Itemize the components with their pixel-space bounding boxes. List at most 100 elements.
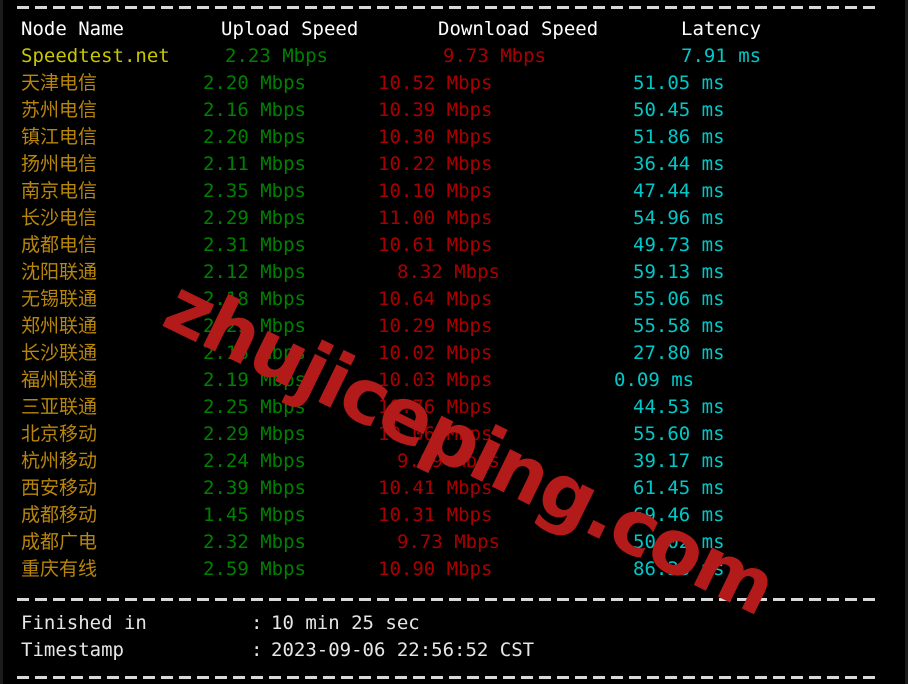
terminal-window: Node Name Upload Speed Download Speed La… [0,0,908,684]
node-name: Speedtest.net [21,45,170,67]
download-speed-value: 10.29 Mbps [378,315,493,337]
upload-speed-value: 2.59 Mbps [203,558,306,580]
download-speed-value: 9.73 Mbps [443,45,546,67]
download-speed-value: 11.00 Mbps [378,207,493,229]
upload-speed-value: 2.16 Mbps [203,99,306,121]
upload-speed-value: 2.18 Mbps [203,288,306,310]
latency-value: 55.60 ms [633,423,725,445]
download-speed-value: 10.03 Mbps [378,369,493,391]
column-header-node-name: Node Name [21,18,124,40]
table-row: 成都移动 1.45 Mbps 10.31 Mbps 69.46 ms [3,502,905,529]
node-name: 沈阳联通 [21,261,98,283]
upload-speed-value: 2.23 Mbps [225,45,328,67]
upload-speed-value: 2.29 Mbps [203,423,306,445]
divider-top [17,6,879,9]
upload-speed-value: 2.20 Mbps [203,72,306,94]
latency-value: 55.06 ms [633,288,725,310]
download-speed-value: 10.61 Mbps [378,234,493,256]
table-row: 福州联通 2.19 Mbps 10.03 Mbps 0.09 ms [3,367,905,394]
node-name: 南京电信 [21,180,98,202]
download-speed-value: 10.64 Mbps [378,288,493,310]
finished-in-row: Finished in : 10 min 25 sec [3,610,905,637]
upload-speed-value: 2.35 Mbps [203,180,306,202]
upload-speed-value: 2.29 Mbps [203,207,306,229]
table-row: 重庆有线 2.59 Mbps 10.90 Mbps 86.33 ms [3,556,905,583]
table-row: 沈阳联通 2.12 Mbps 8.32 Mbps 59.13 ms [3,259,905,286]
table-row: 杭州移动 2.24 Mbps 9.99 Mbps 39.17 ms [3,448,905,475]
node-name: 郑州联通 [21,315,98,337]
upload-speed-value: 2.16 Mbps [203,342,306,364]
node-name: 成都电信 [21,234,98,256]
node-name: 三亚联通 [21,396,98,418]
upload-speed-value: 2.32 Mbps [203,531,306,553]
node-name: 苏州电信 [21,99,98,121]
latency-value: 59.13 ms [633,261,725,283]
latency-value: 47.44 ms [633,180,725,202]
latency-value: 69.46 ms [633,504,725,526]
latency-value: 51.05 ms [633,72,725,94]
upload-speed-value: 2.12 Mbps [203,261,306,283]
upload-speed-value: 2.29 Mbps [203,315,306,337]
download-speed-value: 10.31 Mbps [378,504,493,526]
table-row: 成都电信 2.31 Mbps 10.61 Mbps 49.73 ms [3,232,905,259]
latency-value: 27.80 ms [633,342,725,364]
node-name: 扬州电信 [21,153,98,175]
timestamp-colon: : [251,639,263,661]
table-body: 天津电信 2.20 Mbps 10.52 Mbps 51.05 ms 苏州电信 2.16 … [3,70,905,583]
table-row: 镇江电信 2.20 Mbps 10.30 Mbps 51.86 ms [3,124,905,151]
node-name: 成都广电 [21,531,98,553]
table-row: 南京电信 2.35 Mbps 10.10 Mbps 47.44 ms [3,178,905,205]
latency-value: 51.86 ms [633,126,725,148]
latency-value: 39.17 ms [633,450,725,472]
upload-speed-value: 2.11 Mbps [203,153,306,175]
table-row: 成都广电 2.32 Mbps 9.73 Mbps 50.02 ms [3,529,905,556]
download-speed-value: 10.41 Mbps [378,477,493,499]
table-row-speedtest-reference: Speedtest.net 2.23 Mbps 9.73 Mbps 7.91 m… [3,43,905,70]
node-name: 重庆有线 [21,558,98,580]
download-speed-value: 9.73 Mbps [397,531,500,553]
timestamp-label: Timestamp [21,639,124,661]
upload-speed-value: 2.25 Mbps [203,396,306,418]
table-row: 西安移动 2.39 Mbps 10.41 Mbps 61.45 ms [3,475,905,502]
table-row: 北京移动 2.29 Mbps 10.06 Mbps 55.60 ms [3,421,905,448]
finished-in-label: Finished in [21,612,147,634]
latency-value: 50.02 ms [633,531,725,553]
download-speed-value: 10.02 Mbps [378,342,493,364]
summary-footer: Finished in : 10 min 25 sec Timestamp : … [3,610,905,664]
upload-speed-value: 2.19 Mbps [203,369,306,391]
download-speed-value: 9.99 Mbps [397,450,500,472]
node-name: 长沙电信 [21,207,98,229]
latency-value: 7.91 ms [681,45,762,67]
table-row: 长沙电信 2.29 Mbps 11.00 Mbps 54.96 ms [3,205,905,232]
download-speed-value: 10.06 Mbps [378,423,493,445]
timestamp-value: 2023-09-06 22:56:52 CST [271,639,535,661]
node-name: 长沙联通 [21,342,98,364]
table-row: 苏州电信 2.16 Mbps 10.39 Mbps 50.45 ms [3,97,905,124]
upload-speed-value: 2.39 Mbps [203,477,306,499]
table-row: 三亚联通 2.25 Mbps 10.76 Mbps 44.53 ms [3,394,905,421]
table-header-row: Node Name Upload Speed Download Speed La… [3,16,905,43]
table-row: 无锡联通 2.18 Mbps 10.64 Mbps 55.06 ms [3,286,905,313]
upload-speed-value: 2.31 Mbps [203,234,306,256]
divider-bottom [17,676,879,679]
node-name: 北京移动 [21,423,98,445]
finished-in-value: 10 min 25 sec [271,612,420,634]
download-speed-value: 10.39 Mbps [378,99,493,121]
latency-value: 50.45 ms [633,99,725,121]
latency-value: 86.33 ms [633,558,725,580]
node-name: 西安移动 [21,477,98,499]
latency-value: 54.96 ms [633,207,725,229]
download-speed-value: 10.22 Mbps [378,153,493,175]
node-name: 福州联通 [21,369,98,391]
table-row: 扬州电信 2.11 Mbps 10.22 Mbps 36.44 ms [3,151,905,178]
column-header-upload-speed: Upload Speed [221,18,359,40]
timestamp-row: Timestamp : 2023-09-06 22:56:52 CST [3,637,905,664]
upload-speed-value: 2.24 Mbps [203,450,306,472]
upload-speed-value: 2.20 Mbps [203,126,306,148]
speedtest-results-table: Node Name Upload Speed Download Speed La… [3,16,905,583]
divider-middle [17,598,879,601]
node-name: 杭州移动 [21,450,98,472]
latency-value: 49.73 ms [633,234,725,256]
download-speed-value: 10.76 Mbps [378,396,493,418]
latency-value: 44.53 ms [633,396,725,418]
